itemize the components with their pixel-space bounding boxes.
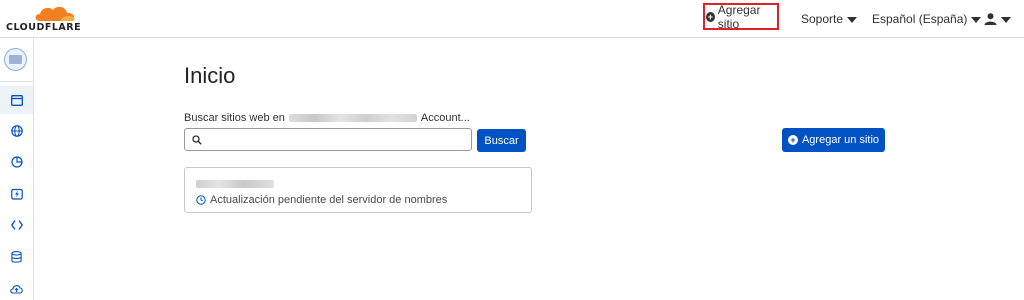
add-site-button-label: Agregar un sitio	[801, 134, 880, 146]
lightning-shield-icon	[10, 188, 23, 200]
sidebar-item-storage[interactable]	[0, 243, 33, 271]
search-button[interactable]: Buscar	[477, 129, 526, 152]
plus-circle-icon: +	[706, 11, 715, 22]
language-menu[interactable]: Español (España)	[872, 0, 982, 38]
add-site-nav-label: Agregar sitio	[717, 2, 761, 31]
database-icon	[11, 251, 22, 263]
sidebar-item-pages[interactable]	[0, 274, 33, 300]
site-status-text: Actualización pendiente del servidor de …	[210, 194, 448, 206]
site-status: Actualización pendiente del servidor de …	[196, 194, 447, 206]
cloud-upload-icon	[10, 284, 23, 294]
sidebar-divider	[0, 81, 33, 82]
support-menu[interactable]: Soporte	[801, 0, 858, 38]
user-icon	[984, 13, 997, 25]
search-label-prefix: Buscar sitios web en	[184, 112, 285, 124]
search-input[interactable]	[207, 131, 467, 148]
sidebar-item-analytics[interactable]	[0, 148, 33, 176]
user-menu[interactable]	[984, 0, 1011, 38]
sidebar-item-websites[interactable]	[0, 86, 33, 114]
search-icon	[192, 135, 202, 145]
browser-window-icon	[10, 94, 23, 106]
redacted-account-name	[288, 114, 417, 122]
caret-down-icon	[847, 16, 858, 23]
caret-down-icon	[971, 16, 982, 23]
clock-icon	[196, 195, 206, 205]
cloudflare-logo[interactable]: CLOUDFLARE	[6, 4, 82, 34]
top-bar: CLOUDFLARE + Agregar sitio Soporte Españ…	[0, 0, 1024, 38]
search-field[interactable]	[184, 128, 472, 151]
logo-text: CLOUDFLARE	[6, 22, 82, 33]
page-title: Inicio	[184, 63, 236, 88]
add-site-button[interactable]: + Agregar un sitio	[782, 128, 885, 152]
support-menu-label: Soporte	[801, 12, 844, 26]
language-menu-label: Español (España)	[872, 12, 968, 26]
caret-down-icon	[1001, 16, 1011, 23]
plus-circle-icon: +	[787, 135, 798, 145]
add-site-nav-link[interactable]: + Agregar sitio	[703, 2, 779, 31]
sidebar-item-security[interactable]	[0, 180, 33, 208]
sidebar-item-workers[interactable]	[0, 211, 33, 239]
pie-chart-icon	[10, 156, 23, 168]
sidebar-item-domains[interactable]	[0, 117, 33, 145]
redacted-site-name	[196, 180, 274, 188]
account-avatar[interactable]	[4, 48, 27, 71]
search-label-suffix: Account...	[420, 112, 470, 124]
search-label: Buscar sitios web en Account...	[184, 112, 470, 124]
sidebar	[0, 38, 34, 300]
cloud-logo-icon	[35, 6, 75, 21]
site-card[interactable]: Actualización pendiente del servidor de …	[184, 167, 532, 213]
code-tag-icon	[10, 220, 23, 230]
globe-icon	[10, 125, 23, 137]
